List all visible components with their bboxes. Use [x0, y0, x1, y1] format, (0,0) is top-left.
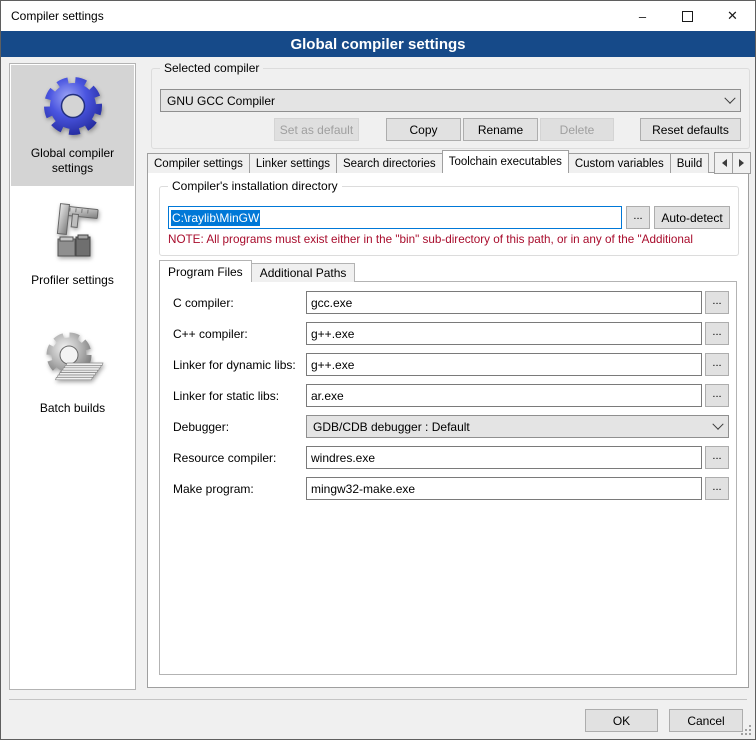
installation-directory-group-label: Compiler's installation directory: [168, 179, 342, 193]
sidebar-item-batch-builds[interactable]: Batch builds: [11, 320, 134, 426]
selected-compiler-group: Selected compiler GNU GCC Compiler Set a…: [151, 68, 750, 149]
subtab-program-files[interactable]: Program Files: [159, 260, 252, 282]
linker-static-input[interactable]: ar.exe: [306, 384, 702, 407]
selected-compiler-group-label: Selected compiler: [160, 61, 263, 75]
page-title: Global compiler settings: [1, 31, 755, 57]
chevron-down-icon: [712, 418, 723, 429]
row-debugger: Debugger: GDB/CDB debugger : Default: [173, 415, 729, 438]
debugger-select-value: GDB/CDB debugger : Default: [313, 420, 470, 434]
cancel-button[interactable]: Cancel: [669, 709, 743, 732]
maximize-button[interactable]: [665, 1, 710, 31]
debugger-select[interactable]: GDB/CDB debugger : Default: [306, 415, 729, 438]
main-tab-strip: Compiler settings Linker settings Search…: [147, 150, 717, 173]
row-linker-dynamic: Linker for dynamic libs: g++.exe ...: [173, 353, 729, 376]
reset-defaults-button[interactable]: Reset defaults: [640, 118, 741, 141]
directory-input-value: C:\raylib\MinGW: [171, 210, 260, 226]
window-title: Compiler settings: [1, 9, 104, 23]
program-files-panel: C compiler: gcc.exe ... C++ compiler: g+…: [159, 281, 737, 675]
browse-make-program-button[interactable]: ...: [705, 477, 729, 500]
note-text: NOTE: All programs must exist either in …: [168, 233, 737, 246]
caption-buttons: – ✕: [620, 1, 755, 31]
field-label: C compiler:: [173, 296, 306, 310]
compiler-select[interactable]: GNU GCC Compiler: [160, 89, 741, 112]
tab-linker-settings[interactable]: Linker settings: [249, 153, 337, 173]
c-compiler-input[interactable]: gcc.exe: [306, 291, 702, 314]
close-button[interactable]: ✕: [710, 1, 755, 31]
toolchain-executables-page: Compiler's installation directory C:\ray…: [147, 172, 749, 688]
make-program-input[interactable]: mingw32-make.exe: [306, 477, 702, 500]
delete-button: Delete: [540, 118, 614, 141]
compiler-buttons-row: Set as default Copy Rename Delete Reset …: [160, 118, 741, 141]
set-as-default-button: Set as default: [274, 118, 359, 141]
browse-directory-button[interactable]: ...: [626, 206, 650, 229]
batch-builds-icon: [41, 329, 105, 393]
resize-grip[interactable]: [740, 724, 753, 737]
triangle-right-icon: [739, 159, 748, 167]
cpp-compiler-input[interactable]: g++.exe: [306, 322, 702, 345]
field-value: g++.exe: [311, 327, 354, 341]
installation-directory-group: Compiler's installation directory C:\ray…: [159, 186, 739, 256]
close-icon: ✕: [727, 8, 738, 24]
maximize-icon: [682, 11, 693, 22]
tab-compiler-settings[interactable]: Compiler settings: [147, 153, 250, 173]
title-bar: Compiler settings – ✕: [1, 1, 755, 32]
field-value: gcc.exe: [311, 296, 352, 310]
browse-linker-static-button[interactable]: ...: [705, 384, 729, 407]
sidebar: Global compiler settings Profiler settin…: [9, 63, 136, 690]
sidebar-item-label: Batch builds: [40, 401, 105, 416]
browse-c-compiler-button[interactable]: ...: [705, 291, 729, 314]
field-label: Make program:: [173, 482, 306, 496]
footer-divider: [9, 699, 747, 700]
copy-button[interactable]: Copy: [386, 118, 461, 141]
subtab-additional-paths[interactable]: Additional Paths: [251, 263, 356, 282]
minimize-button[interactable]: –: [620, 1, 665, 31]
minimize-icon: –: [639, 9, 646, 24]
browse-cpp-compiler-button[interactable]: ...: [705, 322, 729, 345]
field-label: C++ compiler:: [173, 327, 306, 341]
sidebar-item-label: Global compiler settings: [13, 146, 132, 176]
tab-scroll-right-button[interactable]: [732, 152, 751, 174]
tab-search-directories[interactable]: Search directories: [336, 153, 443, 173]
tab-scroll-left-button[interactable]: [714, 152, 733, 174]
tab-toolchain-executables[interactable]: Toolchain executables: [442, 150, 569, 173]
field-value: ar.exe: [311, 389, 344, 403]
compiler-select-value: GNU GCC Compiler: [167, 94, 275, 108]
row-linker-static: Linker for static libs: ar.exe ...: [173, 384, 729, 407]
field-label: Debugger:: [173, 420, 306, 434]
field-label: Linker for static libs:: [173, 389, 306, 403]
field-label: Linker for dynamic libs:: [173, 358, 306, 372]
browse-resource-compiler-button[interactable]: ...: [705, 446, 729, 469]
row-cpp-compiler: C++ compiler: g++.exe ...: [173, 322, 729, 345]
ok-button[interactable]: OK: [585, 709, 658, 732]
field-label: Resource compiler:: [173, 451, 306, 465]
sidebar-item-global-compiler-settings[interactable]: Global compiler settings: [11, 65, 134, 186]
gear-icon: [41, 74, 105, 138]
row-resource-compiler: Resource compiler: windres.exe ...: [173, 446, 729, 469]
row-c-compiler: C compiler: gcc.exe ...: [173, 291, 729, 314]
field-value: windres.exe: [311, 451, 375, 465]
field-value: g++.exe: [311, 358, 354, 372]
tab-scroll-buttons: [715, 152, 751, 174]
sub-tab-strip: Program Files Additional Paths: [159, 260, 354, 282]
tab-custom-variables[interactable]: Custom variables: [568, 153, 671, 173]
browse-linker-dynamic-button[interactable]: ...: [705, 353, 729, 376]
directory-input[interactable]: C:\raylib\MinGW: [168, 206, 622, 229]
tab-build[interactable]: Build: [670, 153, 710, 173]
installation-directory-row: C:\raylib\MinGW ... Auto-detect: [168, 206, 730, 229]
resource-compiler-input[interactable]: windres.exe: [306, 446, 702, 469]
row-make-program: Make program: mingw32-make.exe ...: [173, 477, 729, 500]
sidebar-item-profiler-settings[interactable]: Profiler settings: [11, 192, 134, 298]
auto-detect-button[interactable]: Auto-detect: [654, 206, 730, 229]
caliper-icon: [41, 201, 105, 265]
sidebar-item-label: Profiler settings: [31, 273, 114, 288]
triangle-left-icon: [718, 159, 727, 167]
rename-button[interactable]: Rename: [463, 118, 538, 141]
chevron-down-icon: [724, 92, 735, 103]
linker-dynamic-input[interactable]: g++.exe: [306, 353, 702, 376]
field-value: mingw32-make.exe: [311, 482, 415, 496]
